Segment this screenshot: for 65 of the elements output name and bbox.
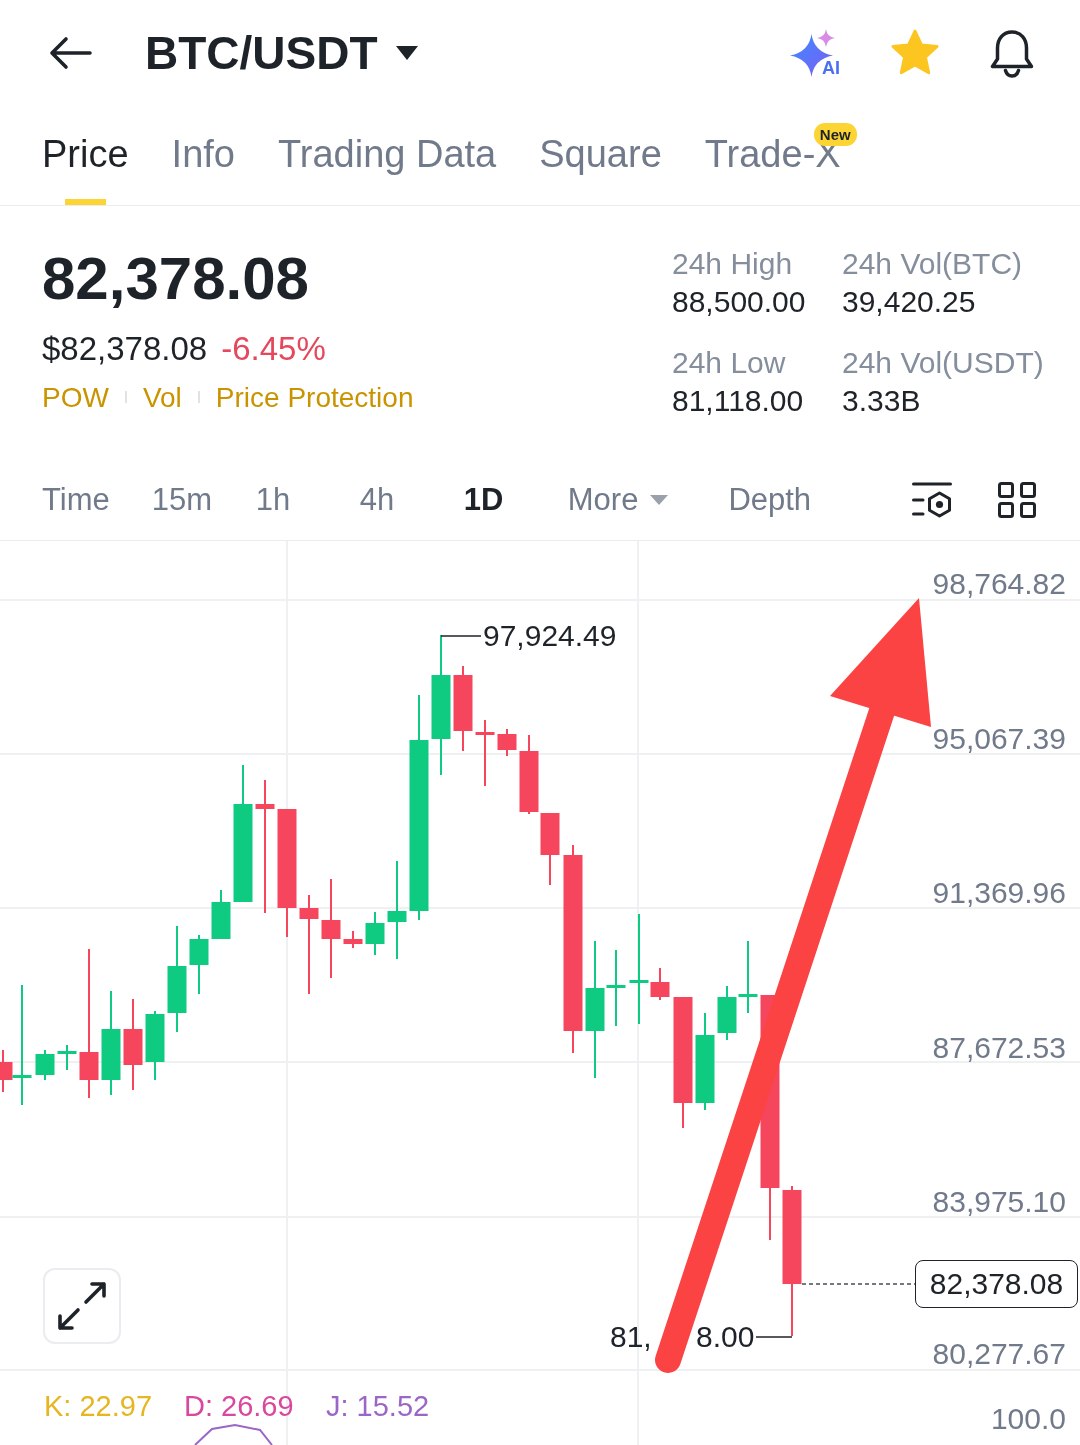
tag-link[interactable]: Price Protection <box>215 380 414 415</box>
stat-label: 24h Vol(BTC) <box>842 246 1024 282</box>
interval-tab[interactable]: Time <box>42 481 110 519</box>
interval-tab[interactable]: 4h <box>359 481 422 519</box>
price-axis-label: 87,672.53 <box>932 1033 1066 1063</box>
current-price-label: 82,378.08 <box>915 1260 1078 1308</box>
candlestick <box>211 890 231 939</box>
tab[interactable]: Trading Data <box>277 132 497 205</box>
interval-tab[interactable]: 1D <box>463 481 526 519</box>
candlestick <box>145 1011 165 1080</box>
price-axis-label: 91,369.96 <box>932 878 1066 908</box>
tab[interactable]: Info <box>171 132 235 205</box>
candlestick <box>365 912 385 955</box>
stat-label: 24h High <box>672 246 794 282</box>
candlestick <box>738 941 758 1013</box>
star-icon[interactable] <box>890 28 940 77</box>
indicator-settings-icon[interactable] <box>912 482 952 518</box>
pair-selector[interactable]: BTC/USDT <box>145 29 418 76</box>
fiat-price: $82,378.08 <box>42 329 208 369</box>
price-change: -6.45% <box>221 329 326 369</box>
price-axis-label: 83,975.10 <box>932 1187 1066 1217</box>
indicator-axis-label: 100.0 <box>990 1404 1066 1434</box>
interval-tab[interactable]: 15m <box>151 481 214 519</box>
stat-value: 88,500.00 <box>672 284 807 320</box>
candlestick <box>343 931 363 948</box>
candlestick <box>35 1050 55 1080</box>
caret-icon <box>395 45 418 60</box>
stat-label: 24h Vol(USDT) <box>842 345 1045 381</box>
leader-line <box>440 635 482 637</box>
new-badge: New <box>813 123 857 146</box>
candlestick <box>717 986 737 1040</box>
tag-link[interactable]: POW <box>42 380 109 415</box>
stat-label: 24h Low <box>672 345 787 381</box>
interval-tab[interactable]: 1h <box>255 481 318 519</box>
price-axis-label: 80,277.67 <box>932 1339 1066 1369</box>
tab[interactable]: Price <box>42 132 129 205</box>
high-price-label: 97,924.49 <box>483 621 617 651</box>
candlestick <box>189 935 209 994</box>
stat-value: 39,420.25 <box>842 284 977 320</box>
ai-button[interactable]: AI <box>790 28 840 77</box>
low-price-label: 81, <box>610 1322 652 1352</box>
fullscreen-button[interactable] <box>43 1268 121 1344</box>
indicator-value: D: 26.69 <box>184 1392 294 1421</box>
candlestick <box>540 813 560 885</box>
price-axis-label: 95,067.39 <box>932 724 1066 754</box>
leader-line <box>755 1336 793 1338</box>
tab[interactable]: Square <box>539 132 662 205</box>
interval-tab[interactable]: Depth <box>728 481 812 519</box>
candlestick <box>497 729 517 756</box>
low-price-label: 8.00 <box>696 1322 755 1352</box>
expand-icon <box>56 1280 108 1332</box>
last-price: 82,378.08 <box>42 244 310 314</box>
bell-icon[interactable] <box>989 27 1035 78</box>
candlestick <box>475 720 495 786</box>
candlestick <box>57 1045 77 1070</box>
tag-link[interactable]: Vol <box>142 380 182 415</box>
stat-value: 81,118.00 <box>672 383 805 419</box>
interval-menu[interactable]: More <box>567 481 687 519</box>
grid-icon[interactable] <box>998 482 1036 518</box>
price-axis-label: 98,764.82 <box>932 569 1066 599</box>
indicator-value: K: 22.97 <box>44 1392 153 1421</box>
indicator-value: J: 15.52 <box>326 1392 430 1421</box>
caret-icon <box>650 495 669 505</box>
back-icon[interactable] <box>48 35 92 70</box>
stat-value: 3.33B <box>842 383 922 419</box>
